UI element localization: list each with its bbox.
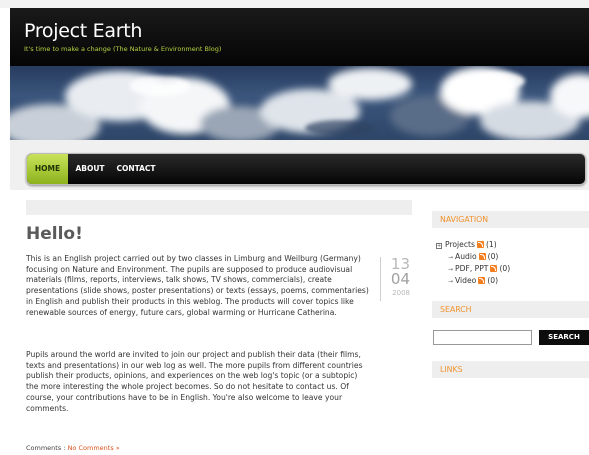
comments-link[interactable]: No Comments » (68, 444, 120, 452)
expand-icon[interactable]: + (436, 243, 442, 249)
search-input[interactable] (433, 330, 532, 345)
nav-home-link[interactable]: HOME (27, 154, 68, 184)
site-title[interactable]: Project Earth (24, 20, 142, 42)
post-date-month: 04 (390, 270, 410, 288)
category-item-audio: → Audio (0) (448, 251, 498, 262)
content-top-bar (26, 200, 412, 215)
category-item-projects: + Projects (1) (436, 239, 497, 250)
rss-icon[interactable] (478, 277, 486, 284)
post-title[interactable]: Hello! (26, 224, 83, 244)
category-label[interactable]: PDF, PPT (455, 264, 488, 273)
post-date-year: 2008 (392, 289, 410, 297)
arrow-icon: → (448, 254, 454, 261)
cloud-illustration (10, 67, 589, 140)
post-paragraph-2: Pupils around the world are invited to j… (26, 350, 363, 413)
category-item-video: → Video (0) (448, 275, 498, 286)
page-top-band (0, 0, 589, 8)
category-count: (1) (485, 240, 497, 249)
post-date: 13 04 2008 (380, 257, 412, 301)
rss-icon[interactable] (476, 241, 484, 248)
category-label[interactable]: Projects (445, 240, 475, 249)
post-comments: Comments : No Comments » (26, 444, 120, 452)
category-count: (0) (487, 276, 499, 285)
arrow-icon: → (448, 266, 454, 273)
post-paragraph-1: This is an English project carried out b… (26, 254, 369, 317)
category-label[interactable]: Audio (455, 252, 477, 261)
comments-label: Comments : (26, 444, 68, 452)
sky-banner-image (10, 66, 589, 140)
sidebar-search-heading: SEARCH (432, 301, 589, 318)
main-navbar: HOME ABOUT CONTACT (26, 153, 586, 185)
category-count: (0) (487, 252, 499, 261)
arrow-icon: → (448, 278, 454, 285)
sidebar-navigation-heading: NAVIGATION (432, 211, 589, 228)
nav-about-link[interactable]: ABOUT (75, 154, 105, 184)
rss-icon[interactable] (490, 265, 498, 272)
site-header: Project Earth It's time to make a change… (10, 8, 589, 66)
rss-icon[interactable] (478, 253, 486, 260)
category-count: (0) (499, 264, 511, 273)
sidebar-links-heading: LINKS (432, 361, 589, 378)
nav-contact-link[interactable]: CONTACT (113, 154, 159, 184)
site-tagline: It's time to make a change (The Nature &… (24, 45, 222, 53)
search-button[interactable]: SEARCH (539, 330, 589, 345)
category-label[interactable]: Video (455, 276, 476, 285)
category-item-pdf-ppt: → PDF, PPT (0) (448, 263, 510, 274)
